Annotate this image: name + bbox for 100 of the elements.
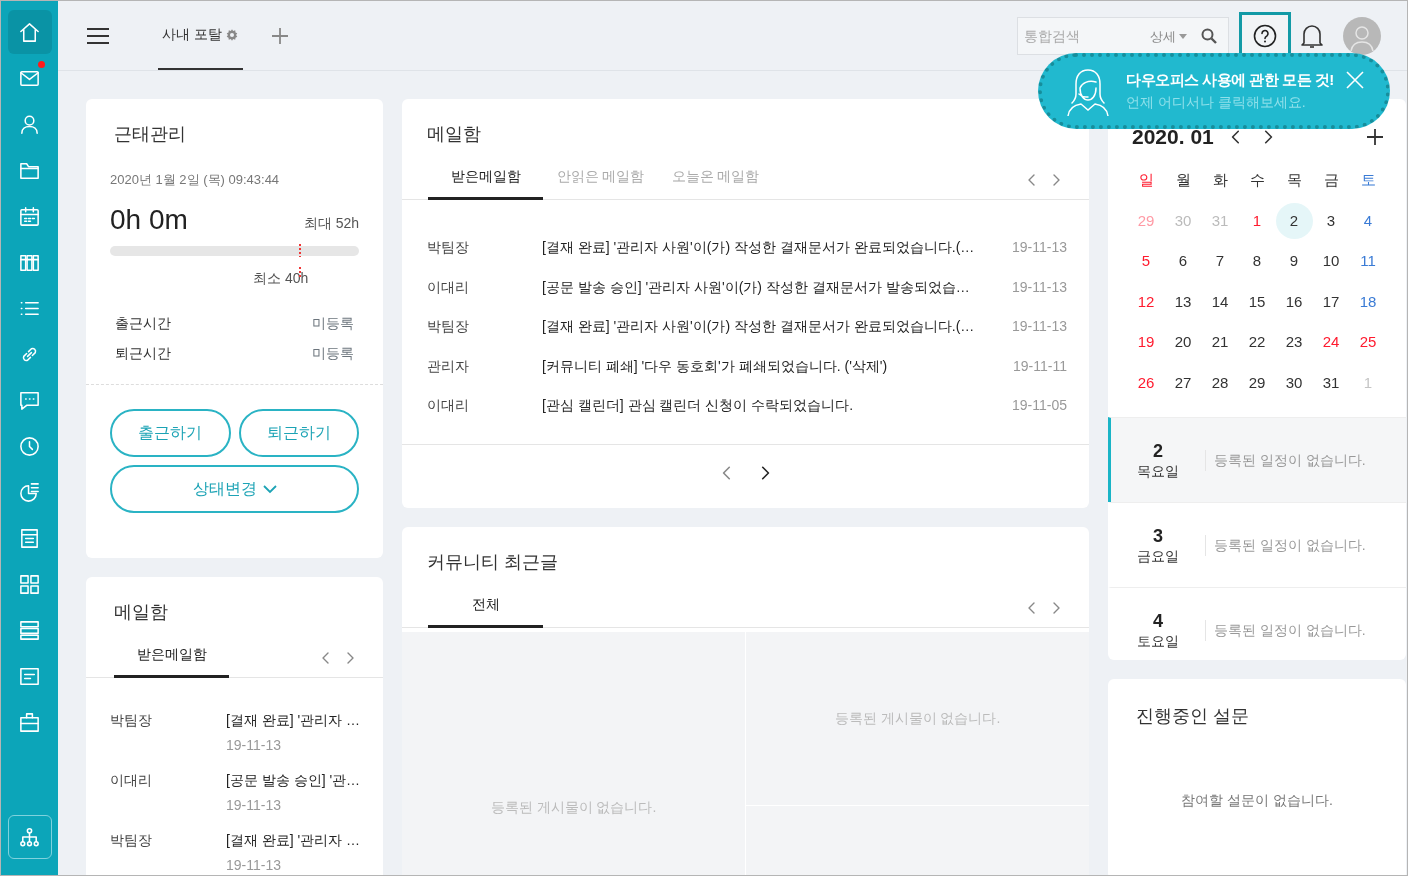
mailbox-tab[interactable]: 받은메일함: [428, 166, 543, 200]
calendar-day[interactable]: 25: [1349, 324, 1387, 361]
calendar-day[interactable]: 30: [1275, 365, 1313, 401]
record-value: 미등록: [312, 313, 354, 333]
empty-message: 참여할 설문이 없습니다.: [1180, 791, 1334, 810]
agenda-row[interactable]: 2 목요일 등록된 일정이 없습니다.: [1108, 417, 1406, 502]
stacked-rows-icon: [18, 618, 41, 642]
month-label: 2020. 01: [1132, 124, 1214, 150]
notifications-button[interactable]: [1301, 22, 1323, 49]
mail-sender: 박팀장: [427, 238, 470, 258]
add-event-button[interactable]: [1366, 127, 1384, 146]
mail-date: 19-11-13: [1012, 277, 1067, 297]
agenda-weekday: 금요일: [1136, 547, 1180, 565]
calendar-day[interactable]: 19: [1127, 324, 1165, 361]
mail-date: 19-11-13: [1012, 317, 1067, 337]
chevron-down-icon: [262, 483, 277, 494]
calendar-day[interactable]: 6: [1164, 243, 1202, 280]
empty-message: 등록된 게시물이 없습니다.: [490, 798, 657, 817]
calendar-day[interactable]: 10: [1312, 243, 1350, 280]
calendar-day[interactable]: 24: [1312, 324, 1350, 361]
agenda-weekday: 목요일: [1136, 462, 1180, 480]
close-icon: [1346, 71, 1364, 90]
search-button[interactable]: [1201, 27, 1217, 44]
menu-icon: [86, 25, 110, 46]
calendar-day[interactable]: 9: [1275, 243, 1313, 280]
sidebar-item[interactable]: [7, 10, 52, 54]
bell-icon: [1301, 22, 1323, 49]
worked-time: 0h 0m: [110, 205, 188, 234]
calendar-day[interactable]: 8: [1238, 243, 1276, 280]
tooltip-subtitle: 언제 어디서나 클릭해보세요.: [1126, 92, 1307, 112]
mail-subject[interactable]: [결재 완료] '관리자 사원'이(가) 작성한 결재문서가 완료되었습니다.(…: [542, 237, 1012, 259]
agenda-weekday: 토요일: [1136, 632, 1180, 650]
detail-dropdown[interactable]: 상세: [1150, 26, 1187, 46]
mail-subject[interactable]: [공문 발송 승인] '관리자 사원'이(가) 작성한 결재문서가 발송되었습…: [542, 276, 1012, 298]
close-button[interactable]: [1346, 69, 1364, 90]
mail-sender: 박팀장: [427, 317, 470, 337]
org-chart-button[interactable]: [7, 815, 52, 859]
mail-subject[interactable]: [공문 발송 승인] '관…: [226, 770, 361, 791]
briefcase-icon: [18, 710, 41, 734]
calendar-day[interactable]: 14: [1201, 284, 1239, 320]
mail-sender: 박팀장: [110, 831, 153, 850]
calendar-day[interactable]: 2: [1275, 203, 1313, 239]
calendar-day[interactable]: 23: [1275, 324, 1313, 361]
weekday-label: 토: [1359, 170, 1377, 191]
home-icon: [18, 20, 41, 44]
calendar-day[interactable]: 22: [1238, 324, 1276, 361]
tooltip-title: 다우오피스 사용에 관한 모든 것!: [1126, 70, 1334, 91]
calendar-day[interactable]: 12: [1127, 284, 1165, 320]
card-title: 근태관리: [114, 123, 187, 146]
calendar-day[interactable]: 21: [1201, 324, 1239, 361]
card-title: 커뮤니티 최근글: [426, 551, 559, 574]
calendar-day[interactable]: 3: [1312, 203, 1350, 239]
max-hours-label: 최대 52h: [303, 213, 359, 233]
agenda-date: 2: [1152, 440, 1164, 463]
calendar-day[interactable]: 28: [1201, 365, 1239, 401]
calendar-day[interactable]: 17: [1312, 284, 1350, 320]
calendar-day[interactable]: 26: [1127, 365, 1165, 401]
mail-subject[interactable]: [결재 완료] '관리자 …: [226, 830, 361, 851]
mail-date: 19-11-13: [1012, 238, 1067, 258]
org-chart-icon: [18, 825, 41, 849]
calendar-day[interactable]: 11: [1349, 243, 1387, 280]
weekday-label: 일: [1137, 170, 1155, 191]
document-icon: [18, 526, 41, 550]
calendar-day[interactable]: 18: [1349, 284, 1387, 320]
calendar-day[interactable]: 7: [1201, 243, 1239, 280]
weekday-label: 수: [1248, 170, 1266, 191]
mail-date: 19-11-13: [226, 856, 282, 875]
record-label: 퇴근시간: [115, 343, 171, 363]
mail-sender: 관리자: [427, 356, 470, 376]
calendar-day[interactable]: 5: [1127, 243, 1165, 280]
agenda-message: 등록된 일정이 없습니다.: [1205, 534, 1366, 556]
mail-subject[interactable]: [결재 완료] '관리자 사원'이(가) 작성한 결재문서가 완료되었습니다.(…: [542, 316, 1012, 338]
agenda-date: 4: [1152, 610, 1164, 633]
mail-subject[interactable]: [커뮤니티 폐쇄] '다우 동호회'가 폐쇄되었습니다. ('삭제'): [542, 355, 1014, 377]
portal-tab[interactable]: 사내 포탈: [158, 1, 243, 70]
calendar-day[interactable]: 29: [1238, 365, 1276, 401]
help-icon: [1253, 23, 1277, 48]
user-avatar[interactable]: [1343, 16, 1381, 55]
mail-sender: 이대리: [110, 771, 153, 790]
calendar-day[interactable]: 20: [1164, 324, 1202, 361]
calendar-day[interactable]: 16: [1275, 284, 1313, 320]
calendar-day[interactable]: 13: [1164, 284, 1202, 320]
mail-subject[interactable]: [관심 캘린더] 관심 캘린더 신청이 수락되었습니다.: [542, 395, 1012, 417]
mailbox-tab[interactable]: 받은메일함: [114, 644, 229, 678]
mail-subject[interactable]: [결재 완료] '관리자 …: [226, 710, 361, 731]
mailbox-tab[interactable]: 전체: [428, 594, 543, 628]
agenda-row[interactable]: 3 금요일 등록된 일정이 없습니다.: [1108, 502, 1406, 587]
calendar-day[interactable]: 4: [1349, 203, 1387, 239]
calendar-day[interactable]: 27: [1164, 365, 1202, 401]
calendar-day[interactable]: 31: [1312, 365, 1350, 401]
calendar-day[interactable]: 15: [1238, 284, 1276, 320]
agenda-row[interactable]: 4 토요일 등록된 일정이 없습니다.: [1108, 587, 1406, 660]
mail-date: 19-11-13: [226, 796, 282, 815]
calendar-day[interactable]: 1: [1238, 203, 1276, 239]
weekday-label: 목: [1285, 170, 1303, 191]
weekday-label: 금: [1322, 170, 1340, 191]
card-title: 메일함: [426, 123, 482, 146]
weekday-label: 월: [1174, 170, 1192, 191]
gear-icon: [224, 27, 239, 42]
search-icon: [1201, 27, 1217, 44]
